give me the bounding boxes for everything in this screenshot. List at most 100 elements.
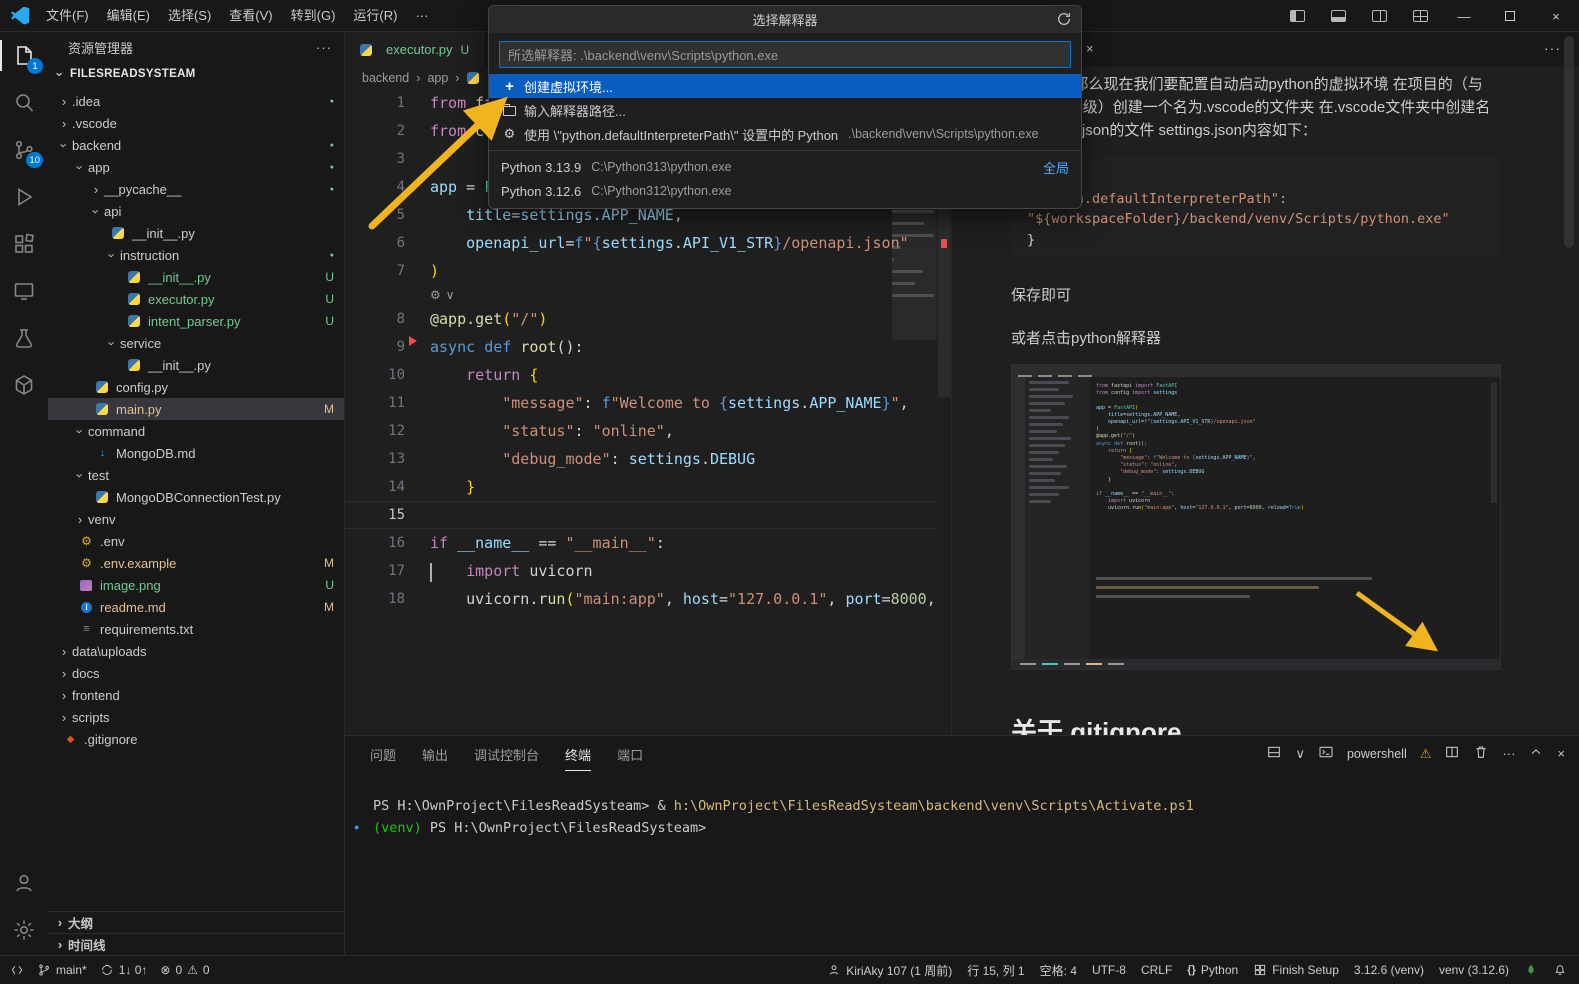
tree-item-gitignore[interactable]: ◆.gitignore <box>48 728 344 750</box>
status-notifications-bell[interactable] <box>1553 963 1567 977</box>
code-line-6[interactable]: 6 openapi_url=f"{settings.API_V1_STR}/op… <box>345 229 937 257</box>
menu-f[interactable]: 文件(F) <box>37 5 98 27</box>
status-venv[interactable]: venv (3.12.6) <box>1439 963 1509 977</box>
tree-item-test[interactable]: ›test <box>48 464 344 486</box>
code-line-7[interactable]: 7) <box>345 257 937 285</box>
interpreter-option-python-defaultinterpreterpath-python[interactable]: ⚙使用 \"python.defaultInterpreterPath\" 设置… <box>489 122 1081 146</box>
tree-item-command[interactable]: ›command <box>48 420 344 442</box>
more-actions-icon[interactable]: ··· <box>1502 746 1515 761</box>
interpreter-option-python-3-13-9[interactable]: Python 3.13.9C:\Python313\python.exe全局 <box>489 155 1081 179</box>
tree-item-frontend[interactable]: ›frontend <box>48 684 344 706</box>
status-remote[interactable] <box>10 963 24 977</box>
menu-r[interactable]: 运行(R) <box>344 5 406 27</box>
preview-scrollbar[interactable] <box>1564 36 1574 248</box>
status-spaces[interactable]: 空格: 4 <box>1040 962 1077 979</box>
close-tab-icon[interactable]: × <box>1086 41 1094 56</box>
refresh-icon[interactable] <box>1056 11 1072 30</box>
code-line-12[interactable]: 12 "status": "online", <box>345 417 937 445</box>
tree-item-mongodbconnectiontest-py[interactable]: MongoDBConnectionTest.py <box>48 486 344 508</box>
activity-remote-explorer-icon[interactable] <box>0 267 48 314</box>
tree-item-backend[interactable]: ›backend● <box>48 134 344 156</box>
code-line-14[interactable]: 14 } <box>345 473 937 501</box>
tree-item-docs[interactable]: ›docs <box>48 662 344 684</box>
tab-executor-py[interactable]: executor.py U <box>345 32 484 67</box>
interpreter-option-item[interactable]: 输入解释器路径... <box>489 98 1081 122</box>
maximize-panel-icon[interactable] <box>1528 744 1544 763</box>
tree-item-idea[interactable]: ›.idea● <box>48 90 344 112</box>
inline-interpreter-widget[interactable]: ⚙∨ <box>345 285 937 305</box>
outline-section[interactable]: › 大纲 <box>48 911 344 933</box>
interpreter-option-python-3-12-6[interactable]: Python 3.12.6C:\Python312\python.exe <box>489 179 1081 203</box>
panel-tab-item[interactable]: 端口 <box>617 745 643 771</box>
interpreter-input[interactable] <box>499 41 1071 68</box>
activity-accounts-icon[interactable] <box>0 859 48 906</box>
tree-item-intent-parser-py[interactable]: intent_parser.pyU <box>48 310 344 332</box>
tree-item-init-py[interactable]: __init__.py <box>48 222 344 244</box>
activity-explorer-icon[interactable]: 1 <box>0 32 48 79</box>
status-blame[interactable]: KiriAky 107 (1 周前) <box>827 962 952 979</box>
close-panel-icon[interactable]: × <box>1557 746 1565 761</box>
menu-item[interactable]: ··· <box>406 5 437 27</box>
activity-python-env-icon[interactable] <box>0 361 48 408</box>
tree-item-instruction[interactable]: ›instruction● <box>48 244 344 266</box>
code-line-9[interactable]: 9async def root(): <box>345 333 937 361</box>
code-line-11[interactable]: 11 "message": f"Welcome to {settings.APP… <box>345 389 937 417</box>
toggle-sidebar-icon[interactable] <box>1290 10 1305 22</box>
tree-item-readme-md[interactable]: ireadme.mdM <box>48 596 344 618</box>
breadcrumb-item[interactable]: backend <box>362 71 409 85</box>
minimize-button[interactable]: — <box>1441 0 1487 32</box>
status-finish-setup[interactable]: Finish Setup <box>1253 963 1339 977</box>
code-line-15[interactable]: 15 <box>345 501 937 529</box>
tree-item-config-py[interactable]: config.py <box>48 376 344 398</box>
status-sync[interactable]: 1↓ 0↑ <box>100 963 148 977</box>
breadcrumb-item[interactable]: app <box>427 71 448 85</box>
menu-v[interactable]: 查看(V) <box>220 5 281 27</box>
tree-item-env-example[interactable]: ⚙.env.exampleM <box>48 552 344 574</box>
status-python-version[interactable]: 3.12.6 (venv) <box>1354 963 1424 977</box>
tree-item-init-py[interactable]: __init__.pyU <box>48 266 344 288</box>
status-branch[interactable]: main* <box>37 963 87 977</box>
tree-item-mongodb-md[interactable]: ↓MongoDB.md <box>48 442 344 464</box>
status-eol[interactable]: CRLF <box>1141 963 1172 977</box>
activity-run-debug-icon[interactable] <box>0 173 48 220</box>
tree-item-init-py[interactable]: __init__.py <box>48 354 344 376</box>
activity-extensions-icon[interactable] <box>0 220 48 267</box>
close-button[interactable]: × <box>1533 0 1579 32</box>
status-encoding[interactable]: UTF-8 <box>1092 963 1126 977</box>
tree-item-api[interactable]: ›api <box>48 200 344 222</box>
tree-item-service[interactable]: ›service <box>48 332 344 354</box>
activity-search-icon[interactable] <box>0 79 48 126</box>
code-line-10[interactable]: 10 return { <box>345 361 937 389</box>
terminal-output[interactable]: PS H:\OwnProject\FilesReadSysteam> & h:\… <box>373 796 1559 839</box>
tree-item-env[interactable]: ⚙.env <box>48 530 344 552</box>
toggle-secondary-sidebar-icon[interactable] <box>1372 10 1387 22</box>
code-line-18[interactable]: 18 uvicorn.run("main:app", host="127.0.0… <box>345 585 937 613</box>
panel-tab-item[interactable]: 调试控制台 <box>474 745 539 771</box>
explorer-more-actions-icon[interactable]: ··· <box>316 40 332 55</box>
workspace-section-header[interactable]: › FILESREADSYSTEAM <box>48 62 344 86</box>
tree-item-data-uploads[interactable]: ›data\uploads <box>48 640 344 662</box>
activity-settings-icon[interactable] <box>0 906 48 953</box>
tree-item-requirements-txt[interactable]: ≡requirements.txt <box>48 618 344 640</box>
split-terminal-icon[interactable] <box>1444 744 1460 763</box>
tree-item-pycache[interactable]: ›__pycache__● <box>48 178 344 200</box>
maximize-button[interactable] <box>1487 0 1533 32</box>
option-action[interactable]: 全局 <box>1043 158 1069 177</box>
menu-e[interactable]: 编辑(E) <box>98 5 159 27</box>
customize-layout-icon[interactable] <box>1413 10 1428 22</box>
code-line-8[interactable]: 8@app.get("/") <box>345 305 937 333</box>
code-line-16[interactable]: 16if __name__ == "__main__": <box>345 529 937 557</box>
panel-tab-item[interactable]: 问题 <box>370 745 396 771</box>
chevron-down-icon[interactable]: ∨ <box>1295 746 1305 762</box>
menu-g[interactable]: 转到(G) <box>282 5 345 27</box>
code-line-13[interactable]: 13 "debug_mode": settings.DEBUG <box>345 445 937 473</box>
interpreter-option-item[interactable]: +创建虚拟环境... <box>489 74 1081 98</box>
status-mongodb-leaf[interactable] <box>1524 963 1538 977</box>
timeline-section[interactable]: › 时间线 <box>48 933 344 955</box>
tree-item-venv[interactable]: ›venv <box>48 508 344 530</box>
tree-item-image-png[interactable]: image.pngU <box>48 574 344 596</box>
activity-testing-icon[interactable] <box>0 314 48 361</box>
panel-tab-item[interactable]: 终端 <box>565 745 591 771</box>
tree-item-scripts[interactable]: ›scripts <box>48 706 344 728</box>
tree-item-main-py[interactable]: main.pyM <box>48 398 344 420</box>
